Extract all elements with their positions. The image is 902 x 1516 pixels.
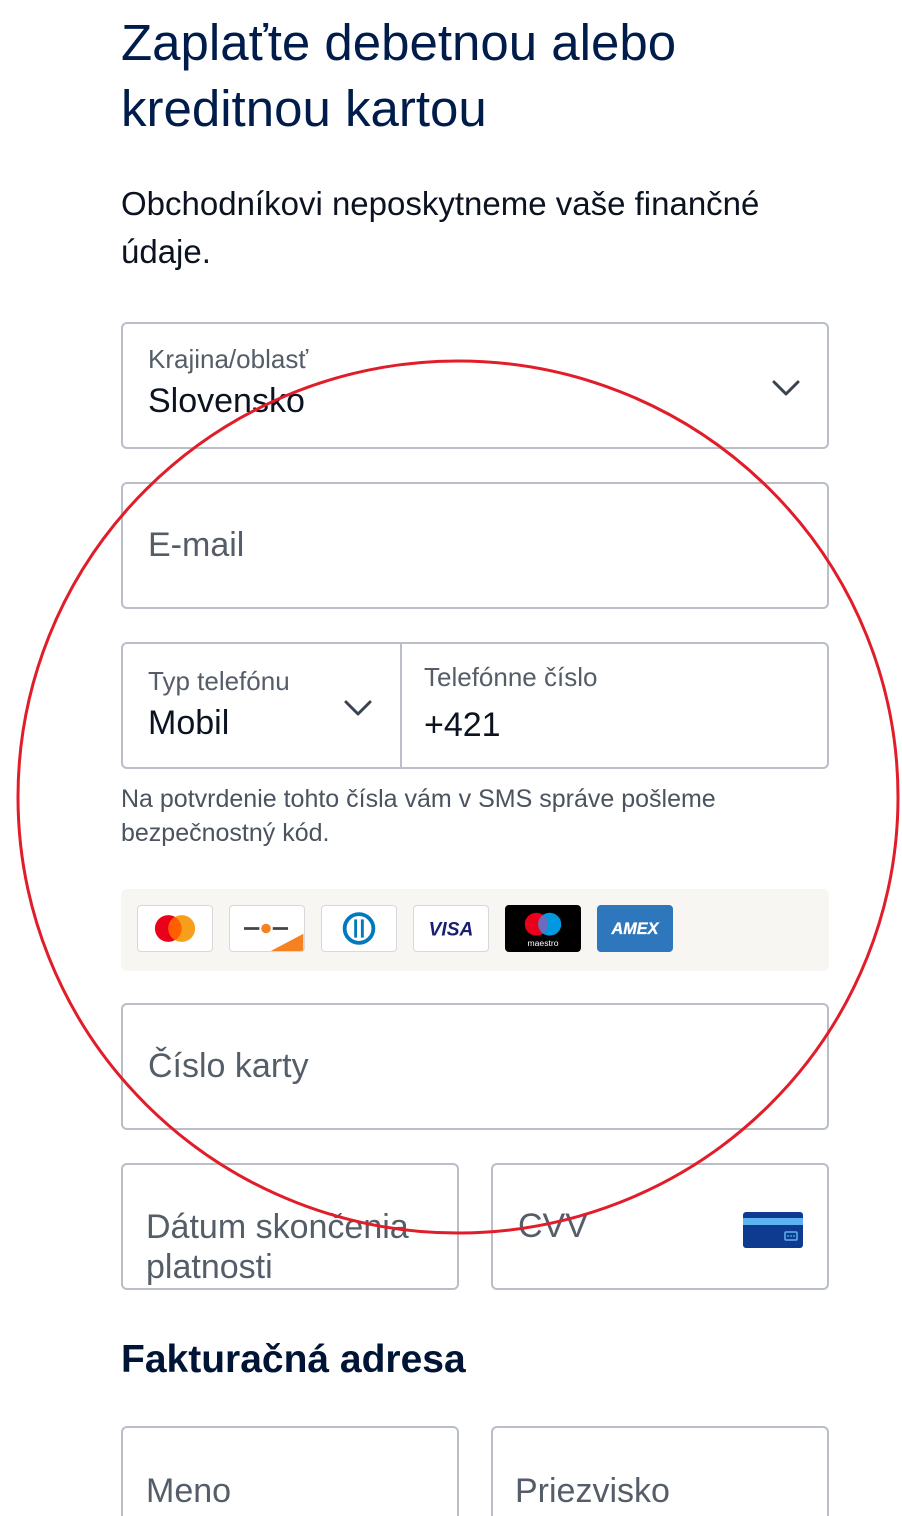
country-select[interactable]: Krajina/oblasť Slovensko	[121, 322, 829, 449]
mastercard-icon	[137, 905, 213, 952]
country-value: Slovensko	[148, 382, 305, 420]
card-back-icon	[743, 1212, 803, 1248]
maestro-icon: maestro	[505, 905, 581, 952]
cvv-field[interactable]: CVV	[491, 1163, 829, 1290]
svg-text:maestro: maestro	[527, 938, 558, 948]
phone-type-value: Mobil	[148, 704, 230, 742]
page-title: Zaplaťte debetnou alebo kreditnou kartou	[121, 14, 677, 137]
phone-type-select[interactable]: Typ telefónu Mobil	[123, 644, 400, 767]
first-name-placeholder: Meno	[146, 1472, 232, 1510]
phone-number-label: Telefónne číslo	[424, 662, 598, 692]
country-label: Krajina/oblasť	[148, 344, 309, 374]
svg-text:VISA: VISA	[429, 920, 474, 941]
chevron-down-icon	[344, 700, 372, 716]
page-subtitle: Obchodníkovi neposkytneme vaše finančné …	[121, 185, 760, 270]
phone-number-value: +421	[424, 706, 501, 744]
phone-helper-text: Na potvrdenie tohto čísla vám v SMS sprá…	[121, 785, 716, 847]
cvv-placeholder: CVV	[518, 1207, 588, 1245]
visa-icon: VISA	[413, 905, 489, 952]
first-name-field[interactable]: Meno	[121, 1426, 459, 1516]
phone-type-label: Typ telefónu	[148, 666, 290, 696]
card-number-placeholder: Číslo karty	[148, 1047, 309, 1085]
billing-address-title: Fakturačná adresa	[121, 1338, 466, 1381]
discover-icon	[229, 905, 305, 952]
phone-number-field[interactable]: Telefónne číslo +421	[402, 644, 827, 767]
email-placeholder: E-mail	[148, 526, 245, 564]
card-payment-page: Zaplaťte debetnou alebo kreditnou kartou…	[0, 0, 902, 1516]
expiry-date-field[interactable]: Dátum skončenia platnosti	[121, 1163, 459, 1290]
last-name-field[interactable]: Priezvisko	[491, 1426, 829, 1516]
svg-text:AMEX: AMEX	[611, 920, 660, 938]
accepted-cards-strip: VISA maestro AMEX	[121, 889, 829, 971]
email-field[interactable]: E-mail	[121, 482, 829, 609]
expiry-placeholder: Dátum skončenia platnosti	[146, 1208, 409, 1286]
last-name-placeholder: Priezvisko	[515, 1472, 670, 1510]
card-number-field[interactable]: Číslo karty	[121, 1003, 829, 1130]
diners-club-icon	[321, 905, 397, 952]
chevron-down-icon	[772, 380, 800, 396]
amex-icon: AMEX	[597, 905, 673, 952]
phone-group: Typ telefónu Mobil Telefónne číslo +421	[121, 642, 829, 769]
